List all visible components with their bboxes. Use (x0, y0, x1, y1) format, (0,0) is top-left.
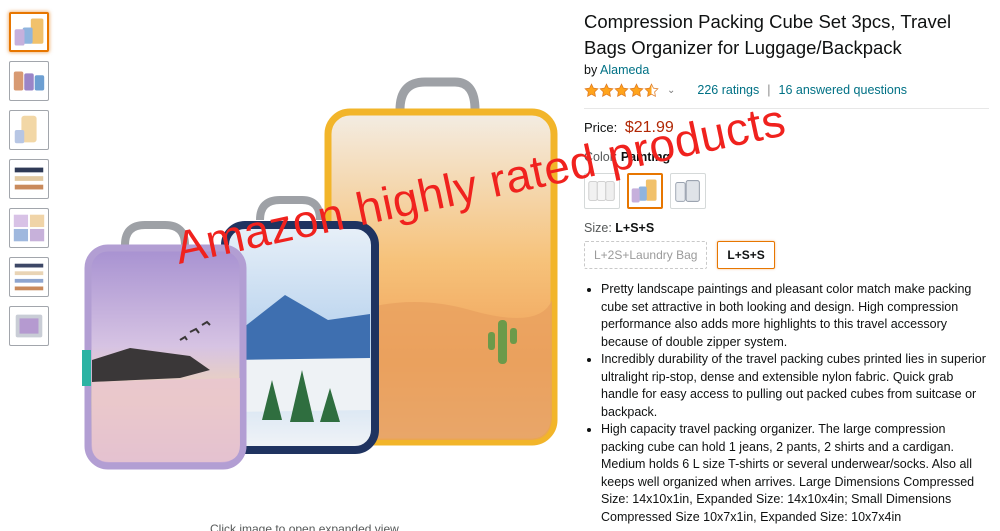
answered-questions-link[interactable]: 16 answered questions (779, 83, 908, 97)
thumbnail-7[interactable] (9, 306, 49, 346)
thumbnail-4[interactable] (9, 159, 49, 199)
thumbnail-image (14, 115, 37, 144)
feature-bullet: High capacity travel packing organizer. … (601, 421, 989, 526)
swatch-image (675, 180, 700, 202)
thumbnail-1[interactable] (9, 12, 49, 52)
thumbnail-image (13, 71, 45, 91)
main-product-image[interactable] (70, 70, 570, 525)
thumbnail-image (15, 314, 43, 338)
thumbnail-image (14, 263, 44, 291)
color-swatches (584, 173, 989, 209)
product-info: Compression Packing Cube Set 3pcs, Trave… (584, 0, 989, 526)
divider (584, 108, 989, 109)
feature-bullet: Incredibly durability of the travel pack… (601, 351, 989, 421)
color-swatch-grey[interactable] (670, 173, 706, 209)
size-label: Size: (584, 221, 612, 235)
thumbnail-image (13, 214, 45, 242)
swatch-image (631, 179, 657, 203)
by-label: by (584, 63, 598, 77)
rating-row: ⌄ 226 ratings | 16 answered questions (584, 80, 989, 100)
thumbnail-image (14, 167, 44, 190)
thumbnail-strip (9, 12, 49, 355)
star-icon (614, 82, 629, 97)
size-option-lss[interactable]: L+S+S (717, 241, 775, 269)
thumbnail-2[interactable] (9, 61, 49, 101)
chevron-down-icon[interactable]: ⌄ (667, 85, 675, 96)
ratings-link[interactable]: 226 ratings (697, 83, 759, 97)
thumbnail-3[interactable] (9, 110, 49, 150)
feature-bullet: Pretty landscape paintings and pleasant … (601, 281, 989, 351)
size-options: L+2S+Laundry Bag L+S+S (584, 241, 989, 269)
size-value: L+S+S (615, 221, 655, 235)
size-option-laundry[interactable]: L+2S+Laundry Bag (584, 241, 708, 269)
click-hint: Click image to open expanded view (210, 522, 399, 531)
star-rating[interactable] (584, 82, 659, 98)
thumbnail-5[interactable] (9, 208, 49, 248)
brand-link[interactable]: Alameda (600, 63, 649, 77)
thumbnail-6[interactable] (9, 257, 49, 297)
star-icon (629, 82, 644, 97)
packing-cubes-illustration (82, 77, 558, 470)
byline: by Alameda (584, 63, 989, 77)
product-title: Compression Packing Cube Set 3pcs, Trave… (584, 11, 952, 58)
feature-bullets: Pretty landscape paintings and pleasant … (584, 281, 989, 526)
star-icon (584, 82, 599, 97)
half-star-icon (644, 82, 659, 97)
size-row: Size: L+S+S (584, 221, 989, 235)
thumbnail-image (14, 18, 44, 46)
star-icon (599, 82, 614, 97)
